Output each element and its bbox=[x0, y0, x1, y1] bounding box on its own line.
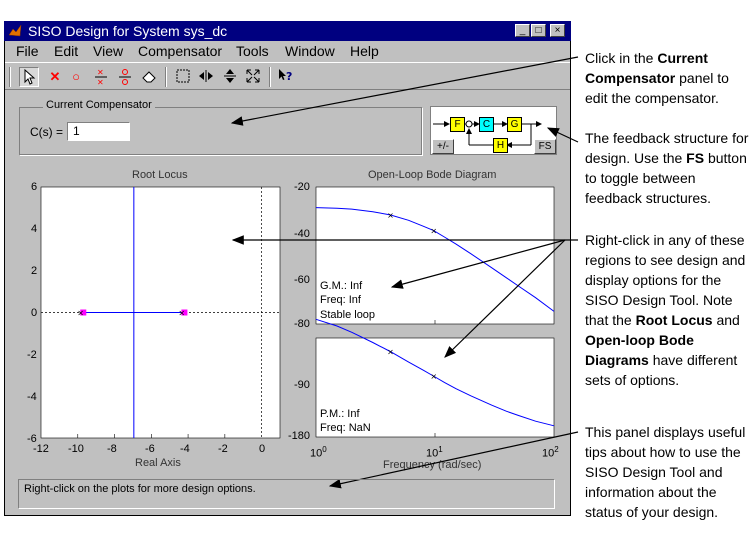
callout-arrow bbox=[230, 56, 579, 126]
stability-text: Stable loop bbox=[320, 309, 376, 321]
open-loop-pole-marker: × bbox=[178, 309, 185, 318]
status-text: Right-click on the plots for more design… bbox=[24, 483, 256, 495]
bode-pole-marker: × bbox=[430, 226, 437, 235]
callout-compensator: Click in the Current Compensator panel t… bbox=[585, 50, 729, 106]
callout-arrow bbox=[328, 431, 579, 489]
gain-margin-text: G.M.: Inf bbox=[320, 280, 363, 292]
open-loop-pole-marker: × bbox=[77, 309, 84, 318]
gm-frequency-text: Freq: Inf bbox=[320, 294, 361, 306]
phase-margin-text: P.M.: Inf bbox=[320, 408, 360, 420]
callout-plots: Right-click in any of these regions to s… bbox=[585, 232, 746, 388]
callout-arrow bbox=[546, 127, 579, 143]
bode-pole-marker: × bbox=[387, 347, 394, 356]
callout-status: This panel displays useful tips about ho… bbox=[585, 424, 746, 520]
bode-pole-marker: × bbox=[430, 372, 437, 381]
root-locus-plot[interactable]: × × bbox=[40, 186, 281, 439]
bode-pole-marker: × bbox=[387, 211, 394, 220]
callout-feedback: The feedback structure for design. Use t… bbox=[585, 130, 749, 206]
pm-frequency-text: Freq: NaN bbox=[320, 422, 371, 434]
